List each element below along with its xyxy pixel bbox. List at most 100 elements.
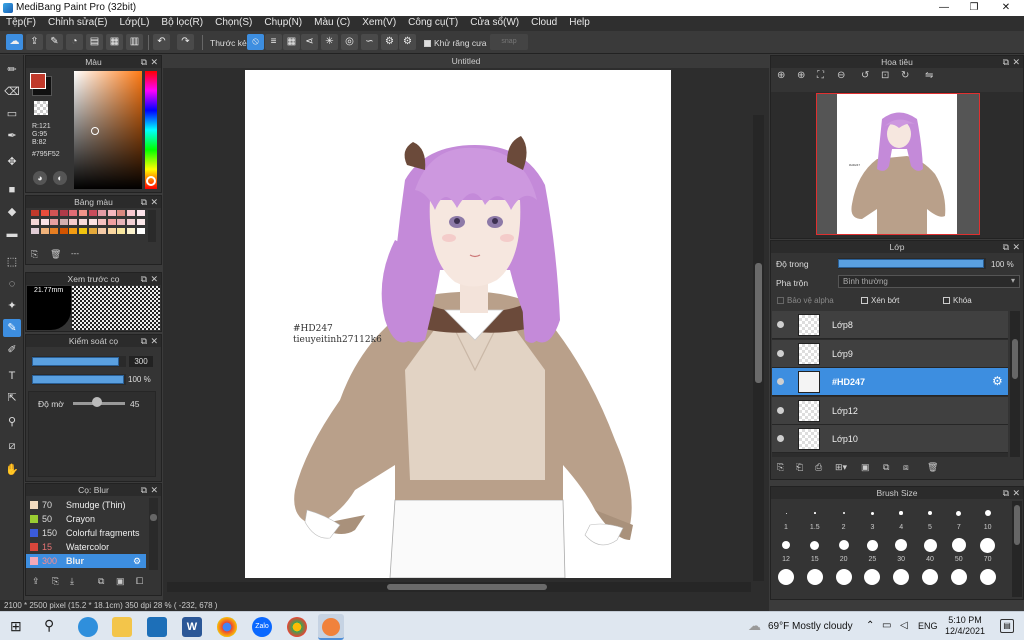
brush-size-scrollbar[interactable] [1012,501,1022,597]
store-icon[interactable] [147,617,167,637]
document-icon[interactable]: ▤ [86,34,103,50]
medibang-taskbar-button[interactable] [318,614,344,640]
palette-swatch[interactable] [40,219,49,225]
add-layer-menu-icon[interactable]: ⊞▾ [835,462,847,473]
brush-tool-icon[interactable]: ✏ [3,61,21,79]
palette-swatch[interactable] [98,210,107,216]
float-icon[interactable]: ⧉ [141,484,147,496]
operation-tool-icon[interactable]: ⇱ [3,389,21,407]
zoom-in-icon[interactable]: ⊕ [777,70,785,81]
palette-swatch[interactable] [50,210,59,216]
visibility-eye-icon[interactable] [777,406,784,414]
brush-size-option[interactable] [801,567,829,595]
new-halftone-layer-icon[interactable]: ⎗ [796,462,803,473]
brush-list-scrollbar[interactable] [149,498,158,570]
foreground-color-swatch[interactable] [30,73,46,89]
zoom-out-icon[interactable]: ⊖ [837,70,845,81]
brush-size-option[interactable]: 15 [801,535,829,563]
menu-select[interactable]: Chọn(S) [209,16,258,29]
vanishing-point-icon[interactable]: ⋖ [301,34,318,50]
brush-size-option[interactable] [887,567,915,595]
cloud-icon[interactable]: ☁ [6,34,23,50]
palette-swatch[interactable] [69,210,78,216]
menu-color[interactable]: Màu (C) [308,16,356,29]
brush-size-option[interactable]: 1 [772,503,800,531]
brush-size-option[interactable] [945,567,973,595]
palette-swatch[interactable] [50,228,59,234]
volume-icon[interactable]: ◁ [900,620,908,631]
palette-swatch[interactable] [136,210,145,216]
clipping-checkbox[interactable]: Xén bớt [861,296,899,305]
magic-wand-tool-icon[interactable]: ✦ [3,297,21,315]
network-icon[interactable]: ▭ [882,620,891,631]
lock-checkbox[interactable]: Khóa [943,296,972,305]
palette-grid[interactable] [28,210,146,242]
palette-swatch[interactable] [69,228,78,234]
new-8bit-layer-icon[interactable]: ⎙ [815,462,822,473]
navigator-preview[interactable]: #HD247 [771,92,1023,238]
palette-swatch[interactable] [127,219,135,225]
actual-size-icon[interactable]: ⊡ [881,70,889,81]
grid-icon[interactable]: ▦ [106,34,123,50]
float-icon[interactable]: ⧉ [141,196,147,208]
layer-row[interactable]: Lớp10 [772,425,1008,454]
menu-tools[interactable]: Công cụ(T) [402,16,464,29]
antialias-checkbox[interactable]: Khử răng cưa [424,38,487,48]
color-wheel-icon[interactable]: ◐ [53,171,67,185]
brush-size-option[interactable] [772,567,800,595]
menu-window[interactable]: Cửa sổ(W) [464,16,525,29]
menu-view[interactable]: Xem(V) [356,16,402,29]
select-tool-icon[interactable]: ⬚ [3,253,21,271]
brush-list-item[interactable]: 70 Smudge (Thin) [26,498,146,512]
brush-list-item[interactable]: 15 Watercolor [26,540,146,554]
hand-tool-icon[interactable]: ✋ [3,461,21,479]
brush-list-item[interactable]: 150 Colorful fragments [26,526,146,540]
float-icon[interactable]: ⧉ [1003,241,1009,253]
palette-swatch[interactable] [69,219,78,225]
palette-swatch[interactable] [59,228,68,234]
layer-row[interactable]: Lớp8 [772,311,1008,339]
panel-close-icon[interactable]: ✕ [150,56,158,68]
brush-list-item[interactable]: 300 Blur ⚙ [26,554,146,568]
panel-close-icon[interactable]: ✕ [1012,241,1020,253]
palette-swatch[interactable] [127,228,135,234]
palette-delete-icon[interactable]: 🗑 [50,249,61,260]
merge-layer-icon[interactable]: ⧈ [903,462,909,473]
palette-swatch[interactable] [136,219,145,225]
layout-icon[interactable]: ▥ [126,34,143,50]
palette-swatch[interactable] [98,219,107,225]
canvas-area[interactable]: Untitled #HD247 tieuyeitinh27112k6 [163,55,769,600]
float-icon[interactable]: ⧉ [141,56,147,68]
new-layer-icon[interactable]: ⎘ [777,462,784,473]
brush-size-option[interactable] [830,567,858,595]
brush-size-option[interactable]: 50 [945,535,973,563]
transparent-color-swatch[interactable] [34,101,48,115]
bucket-tool-icon[interactable]: ◆ [3,203,21,221]
chevron-up-icon[interactable]: ⌃ [866,620,874,631]
palette-swatch[interactable] [98,228,107,234]
chrome-alt-icon[interactable] [287,617,307,637]
brush-new-icon[interactable]: ⎘ [52,576,59,587]
minimize-button[interactable]: — [928,0,960,16]
redo-icon[interactable]: ↷ [177,34,194,50]
comment-icon[interactable]: ✎ [46,34,63,50]
palette-swatch[interactable] [88,228,97,234]
maximize-button[interactable]: ❐ [958,0,990,16]
pen-tool-icon[interactable]: ✒ [3,127,21,145]
menu-layer[interactable]: Lớp(L) [114,16,156,29]
layer-settings-gear-icon[interactable]: ⚙ [992,374,1003,388]
palette-swatch[interactable] [31,228,39,234]
brush-size-option[interactable] [974,567,1002,595]
undo-icon[interactable]: ↶ [153,34,170,50]
duplicate-layer-icon[interactable]: ⧉ [883,462,889,473]
divide-tool-icon[interactable]: ⧄ [3,437,21,455]
saturation-value-picker[interactable] [74,71,142,189]
brush-size-option[interactable] [916,567,944,595]
brush-size-option[interactable]: 7 [945,503,973,531]
palette-swatch[interactable] [117,228,126,234]
navigator-viewport[interactable]: #HD247 [816,93,980,235]
layer-list-scrollbar[interactable] [1010,311,1020,457]
zalo-icon[interactable]: Zalo [252,617,272,637]
brush-size-option[interactable]: 70 [974,535,1002,563]
brush-size-value[interactable]: 300 [129,356,153,367]
